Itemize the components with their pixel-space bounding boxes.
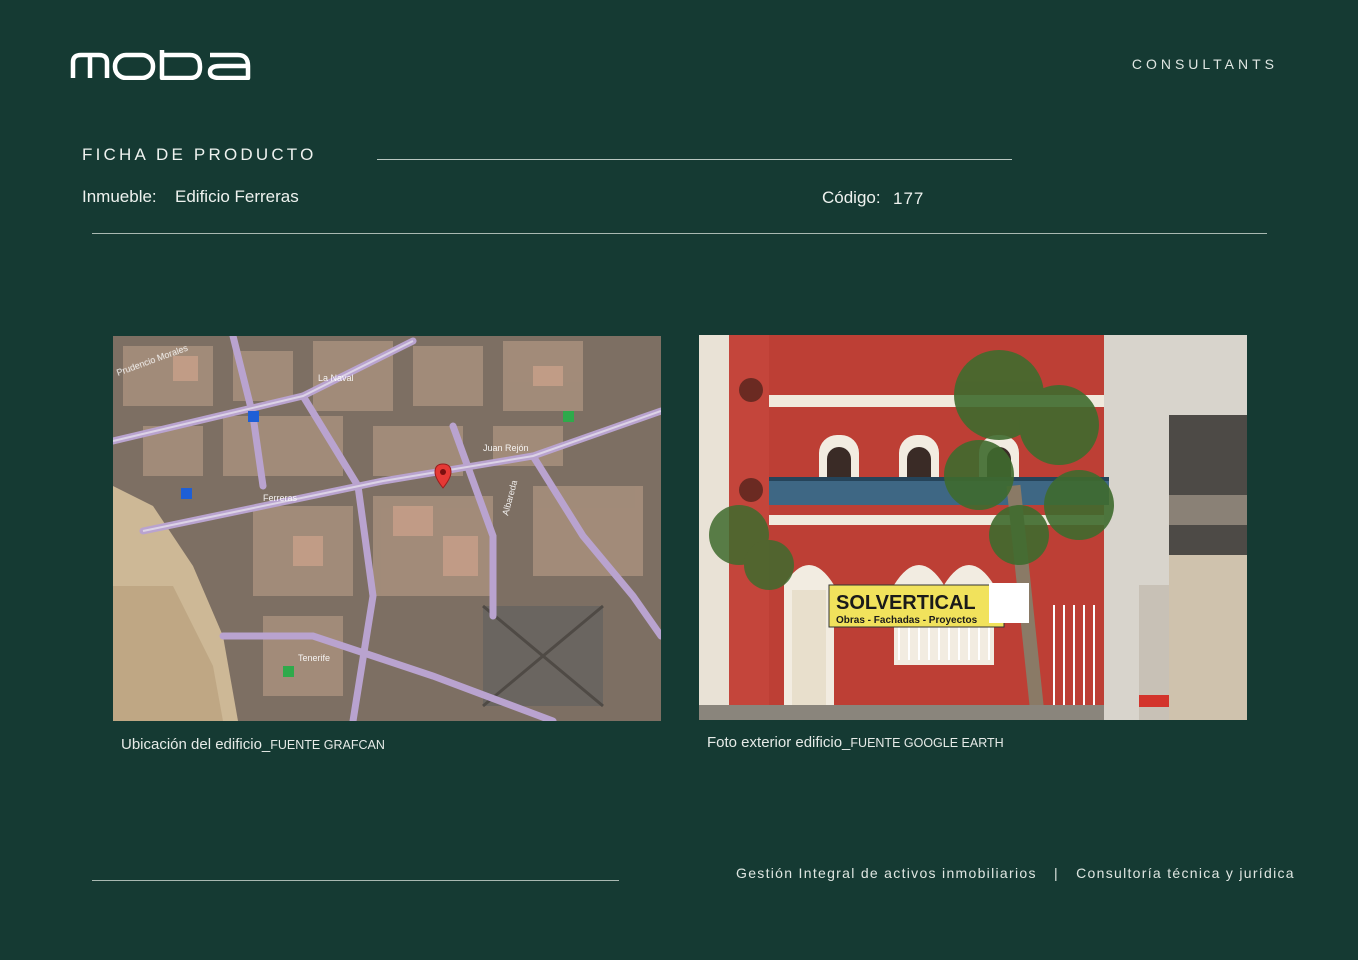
property-value: Edificio Ferreras — [175, 187, 299, 206]
photo-caption-source: FUENTE GOOGLE EARTH — [850, 736, 1004, 750]
code-value: 177 — [893, 189, 925, 208]
footer-left: Gestión Integral de activos inmobiliario… — [736, 865, 1037, 881]
title-divider — [377, 159, 1012, 160]
moba-logo: moba — [70, 50, 251, 80]
sign-title: SOLVERTICAL — [836, 592, 976, 614]
header-divider — [92, 233, 1267, 234]
footer-separator: | — [1053, 865, 1059, 881]
location-map-image: La Naval Juan Rejón Ferreras Albareda Te… — [113, 336, 661, 721]
photo-caption-text: Foto exterior edificio_ — [707, 734, 851, 751]
sign-subtitle: Obras - Fachadas - Proyectos — [836, 615, 978, 626]
map-label-ferreras: Ferreras — [263, 493, 298, 503]
map-caption: Ubicación del edificio_FUENTE GRAFCAN — [121, 736, 385, 753]
map-label-tenerife: Tenerife — [298, 653, 330, 663]
photo-caption: Foto exterior edificio_FUENTE GOOGLE EAR… — [707, 734, 1004, 751]
footer-text: Gestión Integral de activos inmobiliario… — [736, 865, 1295, 881]
building-facade-image: SOLVERTICAL Obras - Fachadas - Proyectos — [699, 335, 1247, 720]
property-label: Inmueble: — [82, 187, 157, 206]
map-caption-text: Ubicación del edificio_ — [121, 736, 271, 753]
footer-divider — [92, 880, 619, 881]
map-label-la-naval: La Naval — [318, 373, 354, 383]
code-label: Código: — [822, 188, 881, 207]
sheet-title: FICHA DE PRODUCTO — [82, 145, 317, 164]
map-label-juan-rejon: Juan Rejón — [483, 443, 529, 453]
company-tagline: CONSULTANTS — [1131, 56, 1278, 72]
map-caption-source: FUENTE GRAFCAN — [270, 738, 385, 752]
footer-right: Consultoría técnica y jurídica — [1076, 865, 1295, 881]
